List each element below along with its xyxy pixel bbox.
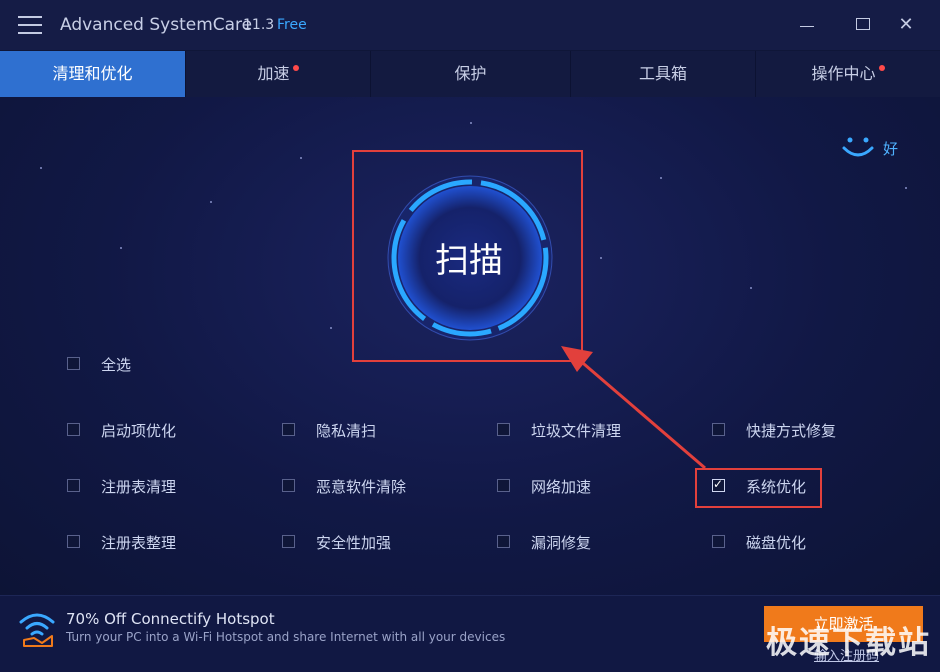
- checkbox[interactable]: [282, 423, 295, 436]
- option-junk-clean[interactable]: 垃圾文件清理: [497, 420, 657, 442]
- checkbox[interactable]: [67, 479, 80, 492]
- option-label: 恶意软件清除: [316, 478, 407, 496]
- main-tabs: 清理和优化 加速 保护 工具箱 操作中心: [0, 51, 940, 97]
- tab-protect[interactable]: 保护: [371, 51, 571, 97]
- star-decoration: [40, 167, 42, 169]
- activate-button[interactable]: 立即激活: [764, 606, 923, 642]
- option-privacy-sweep[interactable]: 隐私清扫: [282, 420, 442, 442]
- select-all-label: 全选: [101, 356, 132, 374]
- app-edition: Free: [277, 17, 307, 33]
- checkbox[interactable]: [712, 423, 725, 436]
- app-version: 11.3: [243, 17, 275, 33]
- minimize-icon[interactable]: [794, 12, 820, 38]
- notification-dot: [878, 65, 885, 71]
- wifi-hotspot-icon: [19, 613, 55, 647]
- option-vulnerability-fix[interactable]: 漏洞修复: [497, 532, 657, 554]
- checkbox[interactable]: [282, 535, 295, 548]
- star-decoration: [660, 177, 662, 179]
- maximize-icon[interactable]: [850, 12, 876, 38]
- option-label: 安全性加强: [316, 534, 392, 552]
- tab-clean-optimize[interactable]: 清理和优化: [0, 51, 186, 97]
- smiley-icon: [842, 137, 874, 157]
- option-label: 启动项优化: [101, 422, 177, 440]
- checkbox[interactable]: [712, 535, 725, 548]
- checkbox[interactable]: [282, 479, 295, 492]
- star-decoration: [905, 187, 907, 189]
- option-disk-optimize[interactable]: 磁盘优化: [712, 532, 872, 554]
- star-decoration: [600, 257, 602, 259]
- status-label: 好: [883, 140, 899, 158]
- option-label: 网络加速: [531, 478, 592, 496]
- star-decoration: [330, 327, 332, 329]
- option-security-harden[interactable]: 安全性加强: [282, 532, 442, 554]
- option-registry-clean[interactable]: 注册表清理: [67, 476, 227, 498]
- option-registry-defrag[interactable]: 注册表整理: [67, 532, 227, 554]
- checkbox[interactable]: [67, 423, 80, 436]
- checkbox[interactable]: [67, 535, 80, 548]
- app-title: Advanced SystemCare: [60, 15, 253, 35]
- star-decoration: [470, 122, 472, 124]
- checkbox[interactable]: [67, 357, 80, 370]
- hamburger-menu-icon[interactable]: [18, 16, 42, 34]
- option-label: 漏洞修复: [531, 534, 592, 552]
- option-label: 垃圾文件清理: [531, 422, 622, 440]
- scan-highlight-box: [352, 150, 583, 362]
- tab-action-center[interactable]: 操作中心: [756, 51, 940, 97]
- star-decoration: [300, 157, 302, 159]
- checkbox[interactable]: [497, 479, 510, 492]
- option-malware-remove[interactable]: 恶意软件清除: [282, 476, 442, 498]
- checkbox[interactable]: [497, 423, 510, 436]
- star-decoration: [210, 201, 212, 203]
- notification-dot: [292, 65, 299, 71]
- option-label: 快捷方式修复: [746, 422, 837, 440]
- checkbox[interactable]: [497, 535, 510, 548]
- title-bar: Advanced SystemCare 11.3 Free ✕: [0, 0, 940, 50]
- promo-title[interactable]: 70% Off Connectify Hotspot: [66, 610, 275, 628]
- select-all-checkbox[interactable]: 全选: [67, 354, 187, 376]
- option-label: 注册表清理: [101, 478, 177, 496]
- star-decoration: [750, 287, 752, 289]
- tab-speed-up[interactable]: 加速: [186, 51, 371, 97]
- star-decoration: [120, 247, 122, 249]
- promo-subtitle: Turn your PC into a Wi-Fi Hotspot and sh…: [66, 630, 506, 644]
- option-shortcut-fix[interactable]: 快捷方式修复: [712, 420, 872, 442]
- option-startup-optimize[interactable]: 启动项优化: [67, 420, 227, 442]
- close-icon[interactable]: ✕: [893, 12, 919, 38]
- option-network-boost[interactable]: 网络加速: [497, 476, 657, 498]
- option-label: 注册表整理: [101, 534, 177, 552]
- tab-toolbox[interactable]: 工具箱: [571, 51, 756, 97]
- enter-registration-code-link[interactable]: 输入注册码: [814, 645, 879, 664]
- option-highlight-box: [695, 468, 822, 508]
- option-label: 磁盘优化: [746, 534, 807, 552]
- option-label: 隐私清扫: [316, 422, 377, 440]
